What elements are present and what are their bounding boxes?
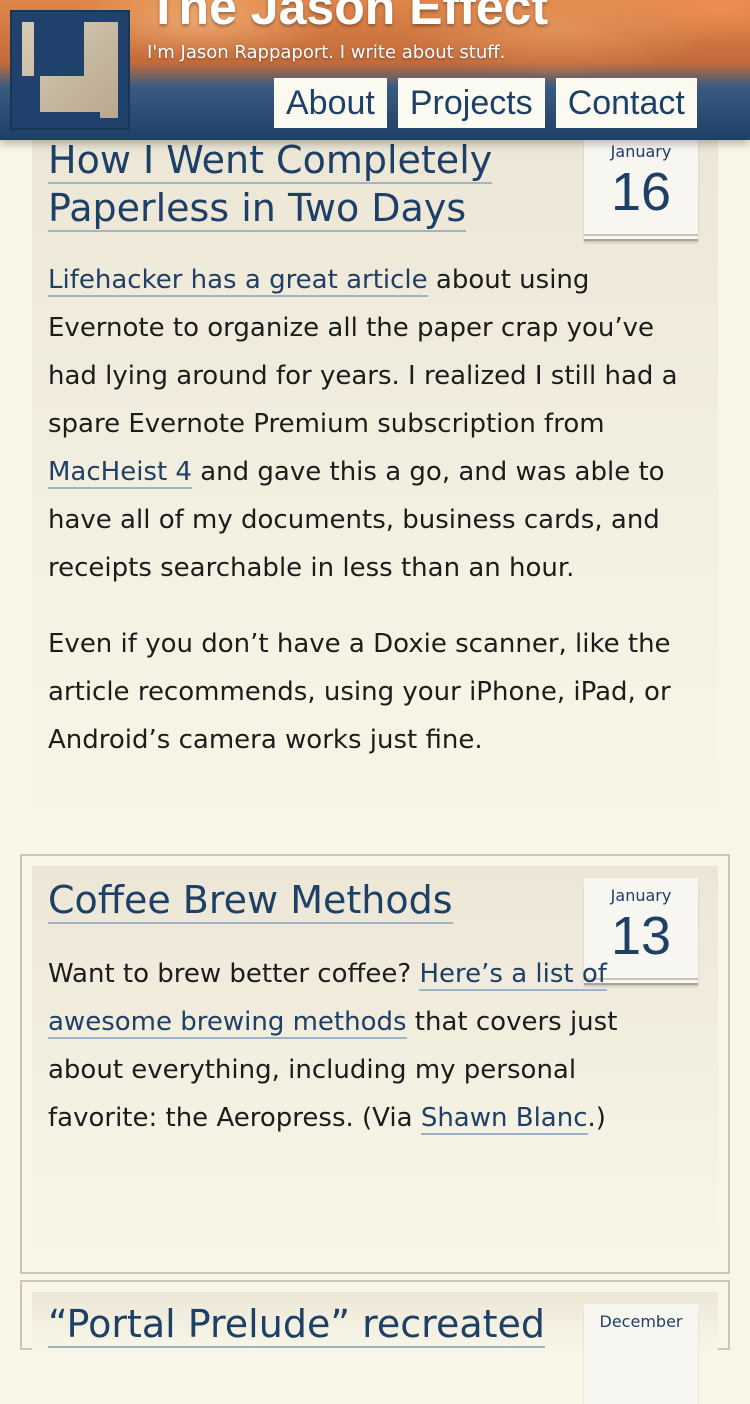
date-month: December [599,1312,683,1331]
date-month: January [610,886,672,905]
post-paragraph: Want to brew better coffee? Here’s a lis… [48,950,688,1142]
site-header: The Jason Effect I'm Jason Rappaport. I … [0,0,750,140]
site-tagline: I'm Jason Rappaport. I write about stuff… [147,42,506,63]
nav-about[interactable]: About [274,78,387,128]
post-title[interactable]: Coffee Brew Methods [48,876,508,924]
paragraph-text: .) [587,1103,606,1133]
site-title[interactable]: The Jason Effect [148,0,548,36]
date-month: January [610,142,672,161]
main-nav: About Projects Contact [274,78,697,128]
nav-projects[interactable]: Projects [397,78,545,128]
post-paragraph: Lifehacker has a great article about usi… [48,256,688,592]
post-paragraph: Even if you don’t have a Doxie scanner, … [48,629,671,755]
post-body: Want to brew better coffee? Here’s a lis… [48,950,688,1170]
logo-cutout [40,112,100,118]
paragraph-text: Want to brew better coffee? [48,959,420,989]
site-logo[interactable] [10,10,130,130]
post-card: “Portal Prelude” recreated December [32,1292,718,1404]
logo-cutout [22,76,40,118]
post-title[interactable]: “Portal Prelude” recreated [48,1300,568,1348]
post-card: How I Went Completely Paperless in Two D… [32,130,718,840]
date-day: 16 [610,162,672,222]
shawn-blanc-link[interactable]: Shawn Blanc [420,1103,588,1135]
post-title[interactable]: How I Went Completely Paperless in Two D… [48,136,508,232]
nav-contact[interactable]: Contact [555,78,697,128]
macheist-link[interactable]: MacHeist 4 [48,457,192,489]
article-link[interactable]: Lifehacker has a great article [48,265,428,297]
date-badge: December [584,1304,698,1404]
logo-cutout [34,22,84,76]
date-badge: January 16 [584,134,698,234]
post-card: Coffee Brew Methods January 13 Want to b… [32,866,718,1266]
post-body: Lifehacker has a great article about usi… [48,256,688,792]
